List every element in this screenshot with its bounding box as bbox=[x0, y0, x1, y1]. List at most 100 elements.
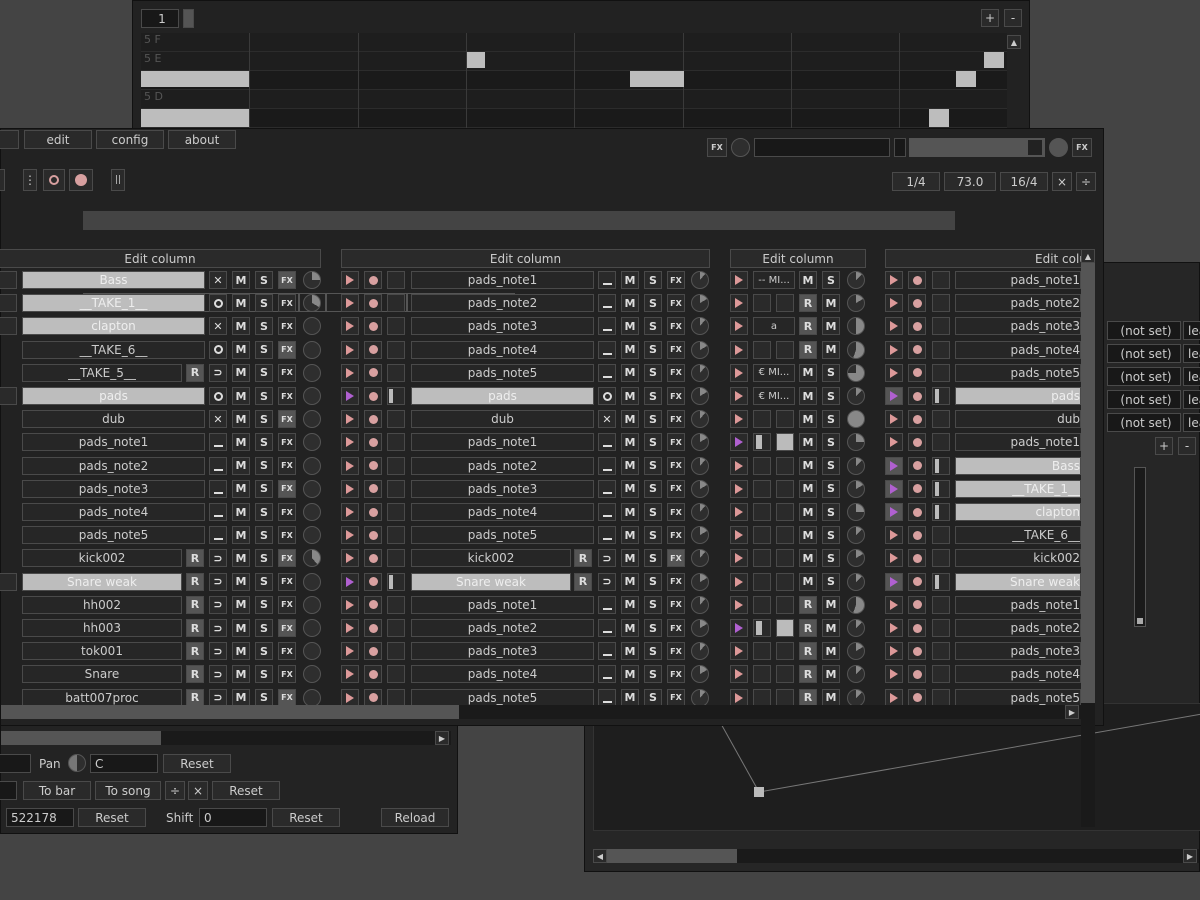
mute-button[interactable]: M bbox=[621, 387, 639, 405]
clip-button[interactable] bbox=[776, 294, 794, 313]
play-button[interactable] bbox=[341, 642, 359, 661]
clip-button[interactable] bbox=[753, 688, 771, 707]
volume-field[interactable] bbox=[0, 754, 31, 773]
solo-button[interactable]: S bbox=[644, 433, 662, 452]
clip-button[interactable] bbox=[753, 433, 771, 452]
play-button[interactable] bbox=[885, 619, 903, 637]
beats-field[interactable]: 1/4 bbox=[892, 172, 940, 191]
fx-button[interactable]: FX bbox=[667, 317, 685, 336]
mute-button[interactable]: M bbox=[799, 387, 817, 405]
record-button[interactable] bbox=[908, 503, 926, 521]
play-button[interactable] bbox=[341, 317, 359, 336]
mute-button[interactable]: M bbox=[799, 271, 817, 289]
oneshot-icon[interactable]: ⊃ bbox=[209, 619, 227, 637]
clip-label[interactable]: __TAKE_5__ bbox=[22, 363, 182, 382]
clip-button[interactable] bbox=[753, 572, 771, 591]
solo-button[interactable]: S bbox=[644, 456, 662, 475]
record-button[interactable] bbox=[908, 479, 926, 498]
oneshot-icon[interactable]: ⊃ bbox=[209, 572, 227, 591]
volume-knob[interactable] bbox=[691, 410, 709, 429]
scroll-right-icon[interactable]: ▶ bbox=[1065, 705, 1079, 719]
clip-button[interactable] bbox=[932, 410, 950, 429]
volume-knob[interactable] bbox=[691, 572, 709, 591]
clip-button[interactable] bbox=[776, 688, 794, 707]
output-select[interactable]: lea bbox=[1183, 413, 1200, 432]
mute-button[interactable]: M bbox=[799, 526, 817, 545]
note-block[interactable] bbox=[141, 71, 249, 87]
clip-label[interactable]: hh002 bbox=[22, 595, 182, 614]
volume-knob[interactable] bbox=[847, 410, 865, 429]
volume-knob[interactable] bbox=[847, 387, 865, 405]
solo-button[interactable]: S bbox=[644, 503, 662, 521]
volume-knob[interactable] bbox=[303, 642, 321, 661]
config-menu[interactable]: config bbox=[96, 130, 164, 149]
mute-button[interactable]: M bbox=[822, 294, 840, 313]
clip-button[interactable] bbox=[776, 340, 794, 359]
read-action-button[interactable]: R bbox=[186, 642, 204, 661]
read-action-button[interactable]: R bbox=[186, 549, 204, 568]
clip-button[interactable] bbox=[932, 503, 950, 521]
mute-button[interactable]: M bbox=[232, 479, 250, 498]
zoom-out-button[interactable]: - bbox=[1004, 9, 1022, 27]
fx-button[interactable]: FX bbox=[278, 317, 296, 336]
mute-button[interactable]: M bbox=[822, 642, 840, 661]
master-volume-knob[interactable] bbox=[1049, 138, 1068, 157]
clip-label[interactable]: pads_note5 bbox=[955, 363, 1081, 382]
volume-knob[interactable] bbox=[847, 619, 865, 637]
play-button[interactable] bbox=[341, 294, 359, 313]
record-button[interactable] bbox=[908, 595, 926, 614]
record-button[interactable] bbox=[364, 526, 382, 545]
play-button[interactable] bbox=[341, 503, 359, 521]
clip-button[interactable] bbox=[776, 410, 794, 429]
record-button[interactable] bbox=[908, 619, 926, 637]
edit-column-button[interactable]: Edit colu bbox=[885, 249, 1095, 268]
solo-button[interactable]: S bbox=[644, 317, 662, 336]
play-button[interactable] bbox=[730, 456, 748, 475]
fx-button[interactable]: FX bbox=[278, 271, 296, 289]
pause-icon[interactable]: || bbox=[111, 169, 125, 191]
volume-knob[interactable] bbox=[303, 665, 321, 684]
solo-button[interactable]: S bbox=[822, 271, 840, 289]
pan-field[interactable]: C bbox=[90, 754, 158, 773]
mute-button[interactable]: M bbox=[621, 294, 639, 313]
clip-label[interactable]: clapton bbox=[22, 317, 205, 336]
solo-button[interactable]: S bbox=[644, 410, 662, 429]
x-icon[interactable]: ✕ bbox=[209, 271, 227, 289]
play-button[interactable] bbox=[730, 665, 748, 684]
oneshot-icon[interactable]: ⊃ bbox=[209, 595, 227, 614]
fx-button[interactable]: FX bbox=[278, 363, 296, 382]
clip-button[interactable] bbox=[776, 665, 794, 684]
clip-label[interactable]: pads_note1 bbox=[411, 595, 594, 614]
clip-button[interactable] bbox=[387, 456, 405, 475]
solo-button[interactable]: S bbox=[822, 572, 840, 591]
fx-button[interactable]: FX bbox=[667, 549, 685, 568]
clip-button[interactable] bbox=[932, 642, 950, 661]
mute-button[interactable]: M bbox=[232, 363, 250, 382]
read-action-button[interactable]: R bbox=[799, 642, 817, 661]
clip-button[interactable] bbox=[387, 410, 405, 429]
note-block[interactable] bbox=[630, 71, 684, 87]
volume-knob[interactable] bbox=[691, 340, 709, 359]
solo-button[interactable]: S bbox=[255, 340, 273, 359]
shift-reset-button[interactable]: Reset bbox=[272, 808, 340, 827]
record-button[interactable] bbox=[908, 410, 926, 429]
oneshot-icon[interactable] bbox=[209, 526, 227, 545]
pan-reset-button[interactable]: Reset bbox=[163, 754, 231, 773]
record-button[interactable] bbox=[364, 688, 382, 707]
record-button[interactable] bbox=[364, 572, 382, 591]
volume-knob[interactable] bbox=[691, 271, 709, 289]
play-button[interactable] bbox=[730, 317, 748, 336]
clip-button[interactable] bbox=[753, 479, 771, 498]
record-button[interactable] bbox=[364, 363, 382, 382]
clip-button[interactable] bbox=[932, 456, 950, 475]
fx-button[interactable]: FX bbox=[278, 526, 296, 545]
play-button[interactable] bbox=[885, 479, 903, 498]
clip-label[interactable]: pads_note3 bbox=[411, 642, 594, 661]
fx-button[interactable]: FX bbox=[667, 340, 685, 359]
clip-label[interactable]: pads_note4 bbox=[411, 340, 594, 359]
read-action-button[interactable]: R bbox=[799, 665, 817, 684]
oneshot-icon[interactable]: ⊃ bbox=[598, 549, 616, 568]
record-button[interactable] bbox=[908, 688, 926, 707]
clip-label[interactable]: kick002 bbox=[22, 549, 182, 568]
clip-label[interactable]: Bass bbox=[22, 271, 205, 289]
